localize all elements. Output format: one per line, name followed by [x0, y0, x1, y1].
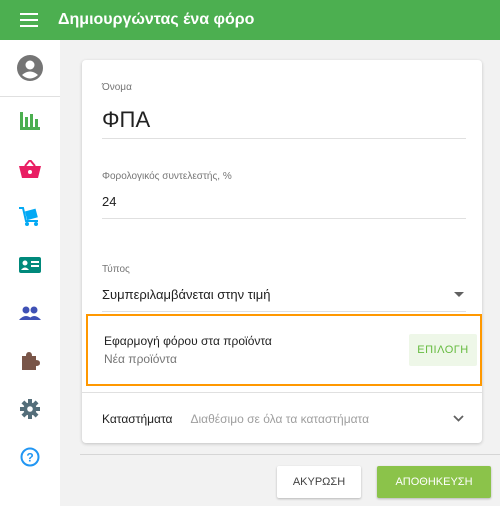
page-title: Δημιουργώντας ένα φόρο [58, 11, 255, 28]
sidebar-item-account[interactable] [0, 40, 60, 97]
name-input[interactable]: ΦΠΑ [102, 93, 466, 139]
id-card-icon [19, 257, 41, 273]
svg-text:?: ? [26, 451, 33, 465]
menu-icon [20, 13, 38, 27]
type-select[interactable]: Τύπος Συμπεριλαμβάνεται στην τιμή [102, 264, 466, 312]
sidebar-item-reports[interactable] [0, 97, 60, 145]
footer-divider [80, 454, 500, 455]
name-label: Όνομα [102, 82, 132, 93]
tax-form-card: Όνομα ΦΠΑ Φορολογικός συντελεστής, % 24 … [82, 60, 482, 443]
chevron-down-icon[interactable] [453, 415, 464, 422]
sidebar-item-products[interactable] [0, 193, 60, 241]
stores-row[interactable]: Καταστήματα Διαθέσιμο σε όλα τα καταστήμ… [82, 392, 482, 445]
cart-icon [19, 207, 38, 226]
sidebar-item-customers[interactable] [0, 241, 60, 289]
apply-tax-subtitle: Νέα προϊόντα [104, 352, 177, 366]
cancel-button[interactable]: ΑΚΥΡΩΣΗ [277, 466, 361, 498]
tax-rate-field[interactable]: Φορολογικός συντελεστής, % 24 [102, 171, 466, 219]
type-value-row[interactable]: Συμπεριλαμβάνεται στην τιμή [102, 275, 466, 312]
puzzle-icon [22, 352, 40, 370]
people-icon [19, 306, 41, 320]
basket-icon [19, 160, 41, 178]
tax-rate-input[interactable]: 24 [102, 182, 466, 219]
type-label: Τύπος [102, 264, 130, 275]
sidebar-item-apps[interactable] [0, 337, 60, 385]
stores-label: Καταστήματα [102, 412, 173, 426]
save-button[interactable]: ΑΠΟΘΗΚΕΥΣΗ [377, 466, 491, 498]
apply-tax-section: Εφαρμογή φόρου στα προϊόντα Νέα προϊόντα… [86, 314, 482, 386]
app-bar: Δημιουργώντας ένα φόρο [0, 0, 500, 40]
chart-icon [20, 112, 40, 130]
sidebar-item-employees[interactable] [0, 289, 60, 337]
account-icon [17, 55, 43, 81]
sidebar-item-help[interactable]: ? [0, 433, 60, 481]
sidebar-item-sales[interactable] [0, 145, 60, 193]
dropdown-arrow-icon [454, 292, 464, 297]
sidebar: ? [0, 40, 60, 506]
sidebar-item-settings[interactable] [0, 385, 60, 433]
name-field[interactable]: Όνομα ΦΠΑ [102, 82, 466, 139]
select-products-button[interactable]: ΕΠΙΛΟΓΗ [409, 334, 477, 366]
gear-icon [20, 399, 40, 419]
help-icon: ? [20, 447, 40, 467]
apply-tax-title: Εφαρμογή φόρου στα προϊόντα [104, 334, 272, 348]
type-value: Συμπεριλαμβάνεται στην τιμή [102, 287, 271, 302]
stores-value: Διαθέσιμο σε όλα τα καταστήματα [190, 412, 370, 426]
menu-button[interactable] [0, 0, 58, 40]
tax-rate-label: Φορολογικός συντελεστής, % [102, 171, 232, 182]
main-content: Όνομα ΦΠΑ Φορολογικός συντελεστής, % 24 … [60, 40, 500, 506]
